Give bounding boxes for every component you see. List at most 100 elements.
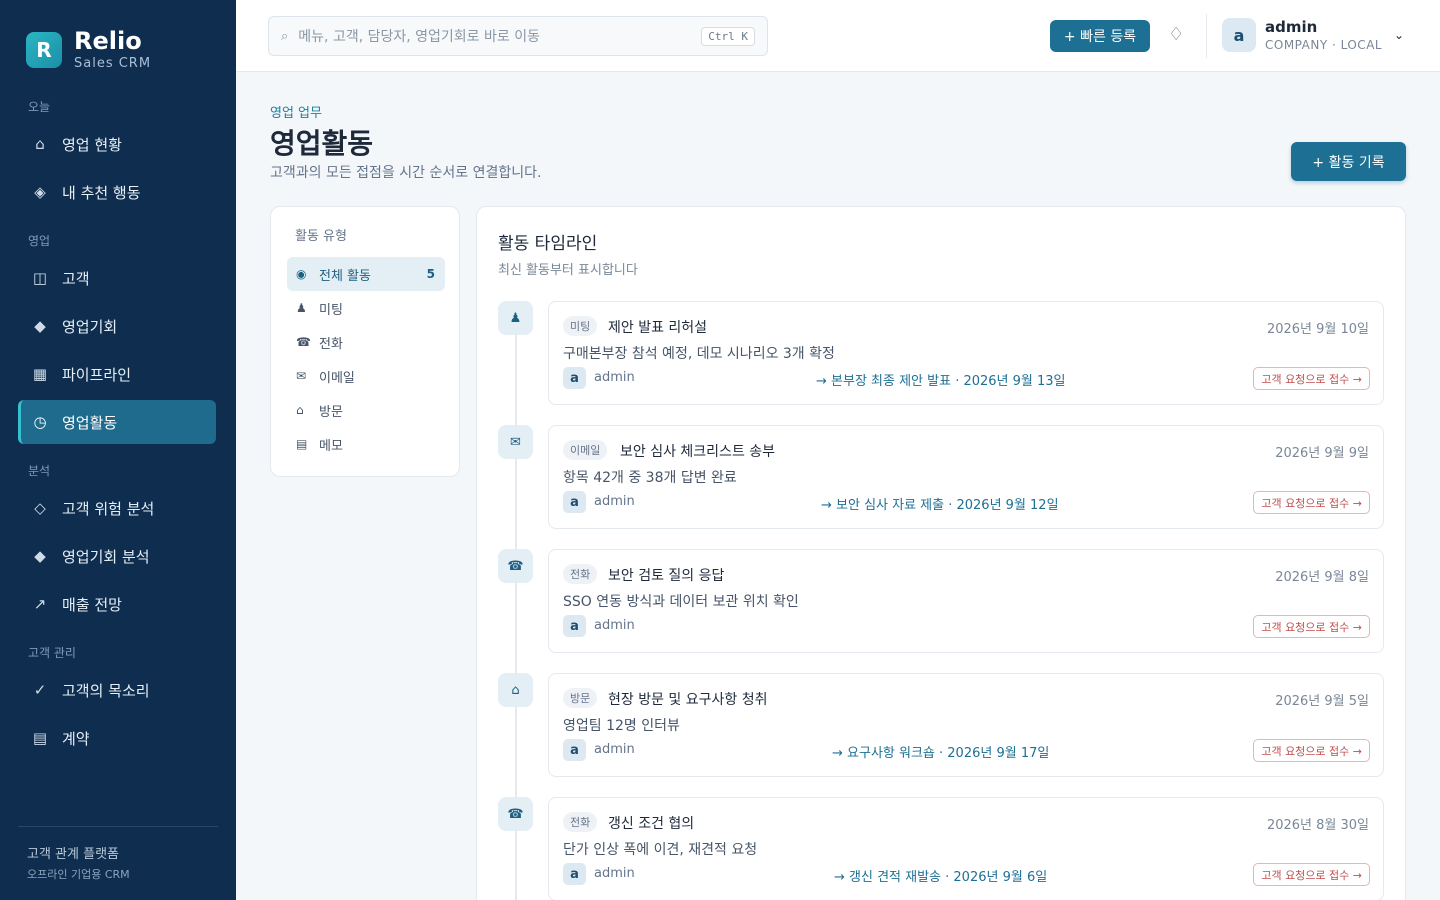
avatar: a — [563, 739, 586, 761]
filter-label: 전체 활동 — [319, 268, 371, 284]
nav-item-pipeline[interactable]: ▦ 파이프라인 — [18, 352, 216, 396]
nav-item-activities[interactable]: ◷ 영업활동 — [18, 400, 216, 444]
nav-section-today: 오늘 — [28, 100, 51, 114]
user-menu[interactable]: a admin COMPANY · LOCAL — [1222, 18, 1382, 52]
activity-title: 보안 심사 체크리스트 송부 — [620, 444, 776, 460]
home-icon: ⌂ — [498, 673, 533, 707]
nav-item-opportunities[interactable]: ◆ 영업기회 — [18, 304, 216, 348]
filter-call[interactable]: ☎ 전화 — [287, 325, 445, 359]
filter-count: 5 — [426, 267, 435, 281]
nav-item-customer-risk[interactable]: ◇ 고객 위험 분석 — [18, 486, 216, 530]
filter-email[interactable]: ✉ 이메일 — [287, 359, 445, 393]
activity-description: 항목 42개 중 38개 답변 완료 — [563, 470, 737, 486]
quick-add-button[interactable]: + 빠른 등록 — [1050, 20, 1150, 52]
radio-icon: ◉ — [296, 267, 307, 281]
timeline-subtitle: 최신 활동부터 표시합니다 — [498, 263, 638, 278]
activity-description: SSO 연동 방식과 데이터 보관 위치 확인 — [563, 594, 799, 610]
activity-title: 제안 발표 리허설 — [608, 320, 708, 336]
nav-section-sales: 영업 — [28, 234, 51, 248]
activity-item[interactable]: 이메일 보안 심사 체크리스트 송부 2026년 9월 9일 항목 42개 중 … — [548, 425, 1384, 529]
register-request-button[interactable]: 고객 요청으로 접수 → — [1253, 863, 1370, 886]
activity-type-badge: 방문 — [563, 688, 598, 708]
filter-memo[interactable]: ▤ 메모 — [287, 427, 445, 461]
activity-item[interactable]: 방문 현장 방문 및 요구사항 청취 2026년 9월 5일 영업팀 12명 인… — [548, 673, 1384, 777]
nav-item-label: 고객 위험 분석 — [62, 499, 155, 518]
nav-item-opportunity-analysis[interactable]: ◆ 영업기회 분석 — [18, 534, 216, 578]
nav-item-label: 고객의 목소리 — [62, 681, 150, 700]
sidebar-footer: 고객 관계 플랫폼 오프라인 기업용 CRM — [18, 826, 218, 900]
activity-title: 보안 검토 질의 응답 — [608, 568, 725, 584]
register-request-button[interactable]: 고객 요청으로 접수 → — [1253, 367, 1370, 390]
next-step-link[interactable]: → 본부장 최종 제안 발표 · 2026년 9월 13일 — [816, 370, 1066, 389]
nav-item-label: 고객 — [62, 269, 90, 288]
register-request-button[interactable]: 고객 요청으로 접수 → — [1253, 739, 1370, 762]
home-icon: ⌂ — [35, 135, 45, 153]
nav-item-dashboard[interactable]: ⌂ 영업 현황 — [18, 122, 216, 166]
risk-icon: ◇ — [34, 499, 46, 517]
next-step-link[interactable]: → 요구사항 워크숍 · 2026년 9월 17일 — [832, 742, 1049, 761]
activity-type-badge: 전화 — [563, 812, 598, 832]
nav-item-customers[interactable]: ◫ 고객 — [18, 256, 216, 300]
topbar: ⌕ 메뉴, 고객, 담당자, 영업기회로 바로 이동 Ctrl K + 빠른 등… — [236, 0, 1440, 72]
filter-label: 미팅 — [319, 302, 343, 318]
nav-item-recommended-actions[interactable]: ◈ 내 추천 행동 — [18, 170, 216, 214]
search-input[interactable]: ⌕ 메뉴, 고객, 담당자, 영업기회로 바로 이동 Ctrl K — [268, 16, 768, 56]
activity-type-filter: 활동 유형 ◉ 전체 활동 5 ♟ 미팅 ☎ 전화 ✉ 이메일 ⌂ 방문 ▤ 메… — [270, 206, 460, 477]
document-icon: ▤ — [32, 729, 48, 747]
nav-item-forecast[interactable]: ↗ 매출 전망 — [18, 582, 216, 626]
register-request-button[interactable]: 고객 요청으로 접수 → — [1253, 615, 1370, 638]
activity-item[interactable]: 전화 갱신 조건 협의 2026년 8월 30일 단가 인상 폭에 이견, 재견… — [548, 797, 1384, 900]
nav-item-contracts[interactable]: ▤ 계약 — [18, 716, 216, 760]
analysis-icon: ◆ — [34, 547, 46, 565]
activity-item[interactable]: 전화 보안 검토 질의 응답 2026년 9월 8일 SSO 연동 방식과 데이… — [548, 549, 1384, 653]
trend-icon: ↗ — [33, 595, 47, 613]
activity-owner: admin — [594, 618, 635, 633]
nav-item-voice-of-customer[interactable]: ✓ 고객의 목소리 — [18, 668, 216, 712]
phone-icon: ☎ — [498, 797, 533, 831]
activity-type-badge: 이메일 — [563, 440, 608, 460]
filter-visit[interactable]: ⌂ 방문 — [287, 393, 445, 427]
page-description: 고객과의 모든 접점을 시간 순서로 연결합니다. — [270, 165, 542, 181]
filter-meeting[interactable]: ♟ 미팅 — [287, 291, 445, 325]
activity-owner: admin — [594, 494, 635, 509]
grid-icon: ▦ — [32, 365, 48, 383]
activity-date: 2026년 9월 8일 — [1275, 570, 1369, 585]
sidebar: R Relio Sales CRM 오늘 ⌂ 영업 현황 ◈ 내 추천 행동 영… — [0, 0, 236, 900]
user-name: admin — [1265, 18, 1318, 36]
activity-date: 2026년 9월 9일 — [1275, 446, 1369, 461]
meeting-icon: ♟ — [498, 301, 533, 335]
avatar: a — [1222, 18, 1256, 52]
activity-item[interactable]: 미팅 제안 발표 리허설 2026년 9월 10일 구매본부장 참석 예정, 데… — [548, 301, 1384, 405]
brand-name: Relio — [74, 27, 142, 55]
memo-icon: ▤ — [296, 437, 308, 451]
nav-item-label: 매출 전망 — [62, 595, 122, 614]
phone-icon: ☎ — [498, 549, 533, 583]
nav-item-label: 내 추천 행동 — [62, 183, 141, 202]
activity-date: 2026년 9월 10일 — [1266, 322, 1369, 337]
add-activity-button[interactable]: + 활동 기록 — [1291, 142, 1406, 181]
diamond-icon: ◆ — [34, 317, 46, 335]
avatar: a — [563, 367, 586, 389]
register-request-button[interactable]: 고객 요청으로 접수 → — [1253, 491, 1370, 514]
mail-icon: ✉ — [296, 369, 307, 383]
brand[interactable]: R Relio Sales CRM — [26, 28, 151, 71]
chevron-down-icon[interactable]: ⌄ — [1394, 28, 1404, 42]
activity-timeline: 활동 타임라인 최신 활동부터 표시합니다 ♟ 미팅 제안 발표 리허설 202… — [476, 206, 1406, 900]
filter-label: 전화 — [319, 336, 343, 352]
filter-all[interactable]: ◉ 전체 활동 5 — [287, 257, 445, 291]
next-step-link[interactable]: → 갱신 견적 재발송 · 2026년 9월 6일 — [834, 866, 1047, 885]
activity-owner: admin — [594, 742, 635, 757]
customers-icon: ◫ — [32, 269, 48, 287]
activity-title: 현장 방문 및 요구사항 청취 — [608, 692, 768, 708]
nav-item-label: 영업 현황 — [62, 135, 122, 154]
next-step-link[interactable]: → 보안 심사 자료 제출 · 2026년 9월 12일 — [821, 494, 1059, 513]
nav-item-label: 계약 — [62, 729, 90, 748]
page-title: 영업활동 — [270, 127, 374, 160]
search-placeholder: 메뉴, 고객, 담당자, 영업기회로 바로 이동 — [298, 29, 540, 45]
notification-icon[interactable]: ♢ — [1168, 24, 1184, 45]
activity-title: 갱신 조건 협의 — [608, 816, 695, 832]
clock-icon: ◷ — [33, 413, 47, 431]
activity-type-badge: 미팅 — [563, 316, 598, 336]
activity-owner: admin — [594, 866, 635, 881]
topbar-divider — [1206, 14, 1207, 58]
